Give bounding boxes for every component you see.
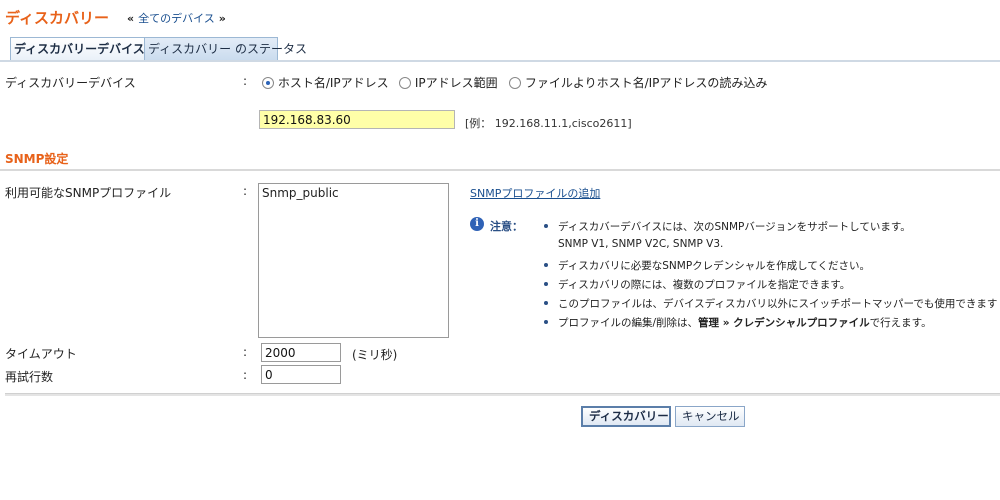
note-item-versions: SNMP V1, SNMP V2C, SNMP V3. bbox=[558, 238, 724, 250]
snmp-profile-item[interactable]: Snmp_public bbox=[262, 186, 445, 200]
note-item: このプロファイルは、デバイスディスカバリ以外にスイッチポートマッパーでも使用でき… bbox=[544, 296, 997, 311]
retries-input[interactable] bbox=[261, 365, 341, 384]
snmp-colon: : bbox=[243, 184, 248, 198]
note-item: ディスカバーデバイスには、次のSNMPバージョンをサポートしています。 bbox=[544, 219, 911, 234]
bottom-divider bbox=[5, 393, 1000, 396]
tab-discovery-status[interactable]: ディスカバリー のステータス bbox=[144, 37, 307, 61]
snmp-profiles-label: 利用可能なSNMPプロファイル bbox=[5, 186, 172, 200]
timeout-label: タイムアウト bbox=[5, 347, 77, 361]
radio-ip-range-option[interactable]: IPアドレス範囲 bbox=[399, 74, 498, 91]
snmp-profile-list[interactable]: Snmp_public bbox=[258, 183, 449, 338]
page-title: ディスカバリー bbox=[5, 9, 109, 27]
timeout-unit: (ミリ秒) bbox=[352, 348, 398, 362]
retries-label: 再試行数 bbox=[5, 370, 54, 384]
radio-hostname-option[interactable]: ホスト名/IPアドレス bbox=[262, 74, 389, 91]
radio-file-label: ファイルよりホスト名/IPアドレスの読み込み bbox=[524, 76, 768, 90]
bullet-icon bbox=[544, 320, 548, 324]
cancel-button[interactable]: キャンセル bbox=[675, 406, 745, 427]
back-arrow: « bbox=[127, 12, 135, 25]
info-icon: i bbox=[470, 217, 484, 231]
forward-arrow: » bbox=[218, 12, 226, 25]
note-item: プロファイルの編集/削除は、管理 » クレデンシャルプロファイルで行えます。 bbox=[544, 315, 932, 330]
radio-ip-range[interactable] bbox=[399, 77, 411, 89]
note-item: ディスカバリの際には、複数のプロファイルを指定できます。 bbox=[544, 277, 850, 292]
radio-file[interactable] bbox=[509, 77, 521, 89]
note-label: 注意： bbox=[490, 220, 523, 233]
host-ip-input[interactable] bbox=[259, 110, 455, 129]
radio-hostname-label: ホスト名/IPアドレス bbox=[277, 76, 389, 90]
timeout-colon: : bbox=[243, 345, 248, 359]
timeout-input[interactable] bbox=[261, 343, 341, 362]
bullet-icon bbox=[544, 282, 548, 286]
tab-discovery-devices[interactable]: ディスカバリーデバイス bbox=[10, 37, 145, 61]
discovery-device-label: ディスカバリーデバイス bbox=[5, 76, 136, 90]
note-item: ディスカバリに必要なSNMPクレデンシャルを作成してください。 bbox=[544, 258, 870, 273]
credential-profile-path: 管理 » クレデンシャルプロファイル bbox=[698, 317, 870, 329]
all-devices-link[interactable]: 全てのデバイス bbox=[138, 12, 215, 25]
bullet-icon bbox=[544, 263, 548, 267]
discover-button[interactable]: ディスカバリー bbox=[581, 406, 671, 427]
retries-colon: : bbox=[243, 368, 248, 382]
radio-ip-range-label: IPアドレス範囲 bbox=[414, 76, 498, 90]
radio-file-option[interactable]: ファイルよりホスト名/IPアドレスの読み込み bbox=[509, 74, 767, 91]
bullet-icon bbox=[544, 224, 548, 228]
section-divider bbox=[0, 169, 1000, 171]
tab-divider bbox=[0, 60, 1000, 62]
bullet-icon bbox=[544, 301, 548, 305]
snmp-section-title: SNMP設定 bbox=[5, 152, 69, 166]
add-snmp-profile-link[interactable]: SNMPプロファイルの追加 bbox=[470, 185, 600, 201]
discovery-colon: : bbox=[243, 74, 248, 88]
breadcrumb: «全てのデバイス» bbox=[127, 10, 226, 26]
host-example-hint: [例： 192.168.11.1,cisco2611] bbox=[465, 117, 632, 130]
radio-hostname[interactable] bbox=[262, 77, 274, 89]
